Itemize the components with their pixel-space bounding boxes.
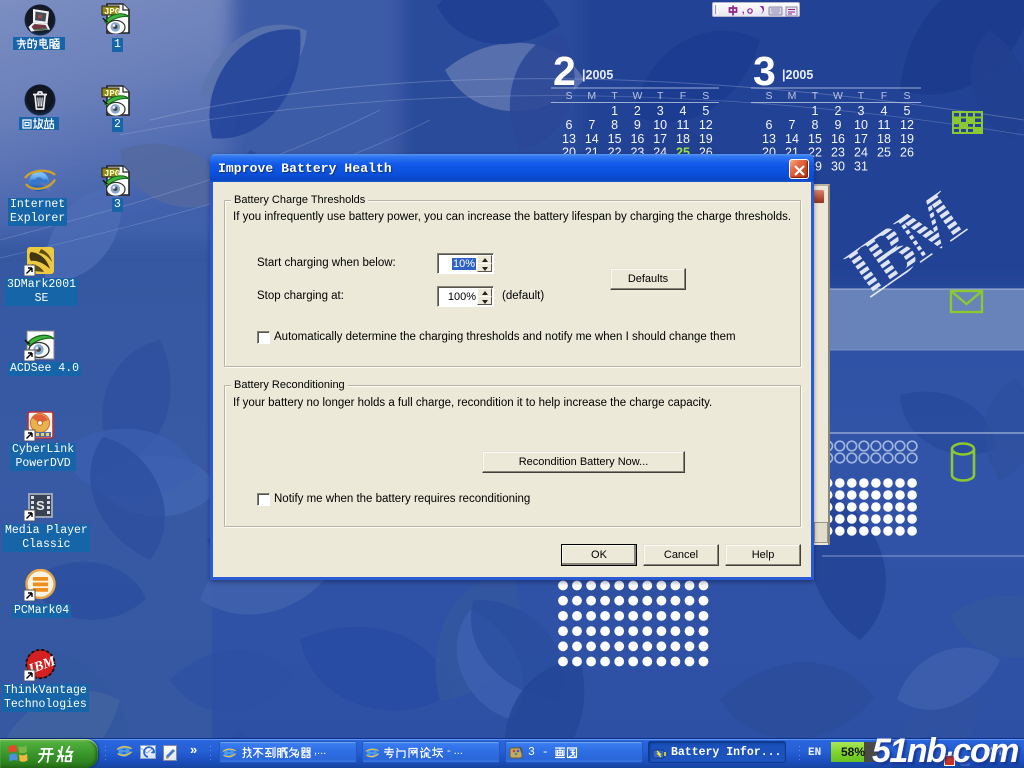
svg-text:4: 4 [680,104,687,118]
svg-text:14: 14 [585,132,599,146]
svg-text:10: 10 [653,118,667,132]
svg-text:T: T [657,90,664,102]
svg-text:3: 3 [858,104,865,118]
svg-text:19: 19 [699,132,713,146]
svg-text:19: 19 [900,132,914,146]
svg-text:9: 9 [634,118,641,132]
svg-text:13: 13 [562,132,576,146]
svg-text:7: 7 [588,118,595,132]
svg-text:4: 4 [881,104,888,118]
svg-text:18: 18 [676,132,690,146]
svg-text:S: S [36,498,45,513]
svg-text:23: 23 [831,146,845,160]
svg-text:1: 1 [611,104,618,118]
svg-text:2: 2 [553,48,576,94]
svg-text:14: 14 [785,132,799,146]
svg-text:26: 26 [900,146,914,160]
svg-text:9: 9 [835,118,842,132]
svg-text:31: 31 [854,160,868,174]
svg-text:16: 16 [831,132,845,146]
svg-text:12: 12 [699,118,713,132]
svg-text:5: 5 [904,104,911,118]
svg-text:11: 11 [677,118,690,132]
svg-text:15: 15 [608,132,622,146]
svg-text:3: 3 [657,104,664,118]
svg-text:30: 30 [831,160,845,174]
svg-text:24: 24 [854,146,868,160]
svg-text:S: S [702,90,709,102]
svg-text:W: W [833,90,843,102]
svg-text:8: 8 [611,118,618,132]
svg-text:17: 17 [854,132,868,146]
svg-text:2: 2 [634,104,641,118]
svg-text:25: 25 [877,146,891,160]
svg-text:S: S [565,90,572,102]
svg-text:10: 10 [854,118,868,132]
svg-text:11: 11 [878,118,891,132]
svg-text:6: 6 [566,118,573,132]
svg-text:W: W [632,90,642,102]
svg-text:|2005: |2005 [782,68,813,82]
svg-text:S: S [765,90,772,102]
svg-text:T: T [812,90,819,102]
svg-text:5: 5 [702,104,709,118]
svg-text:3: 3 [753,48,776,94]
svg-text:F: F [680,90,686,102]
svg-text:17: 17 [653,132,667,146]
svg-text:M: M [587,90,596,102]
svg-text:8: 8 [812,118,819,132]
svg-text:S: S [903,90,910,102]
svg-text:6: 6 [766,118,773,132]
svg-text:,: , [742,5,745,15]
svg-text:18: 18 [877,132,891,146]
svg-text:|2005: |2005 [582,68,613,82]
svg-text:F: F [881,90,887,102]
svg-text:1: 1 [812,104,819,118]
svg-text:13: 13 [762,132,776,146]
svg-text:12: 12 [900,118,914,132]
svg-text:T: T [858,90,865,102]
svg-text:15: 15 [808,132,822,146]
svg-text:16: 16 [630,132,644,146]
svg-text:M: M [788,90,797,102]
svg-text:7: 7 [789,118,796,132]
svg-text:T: T [611,90,618,102]
svg-text:2: 2 [835,104,842,118]
